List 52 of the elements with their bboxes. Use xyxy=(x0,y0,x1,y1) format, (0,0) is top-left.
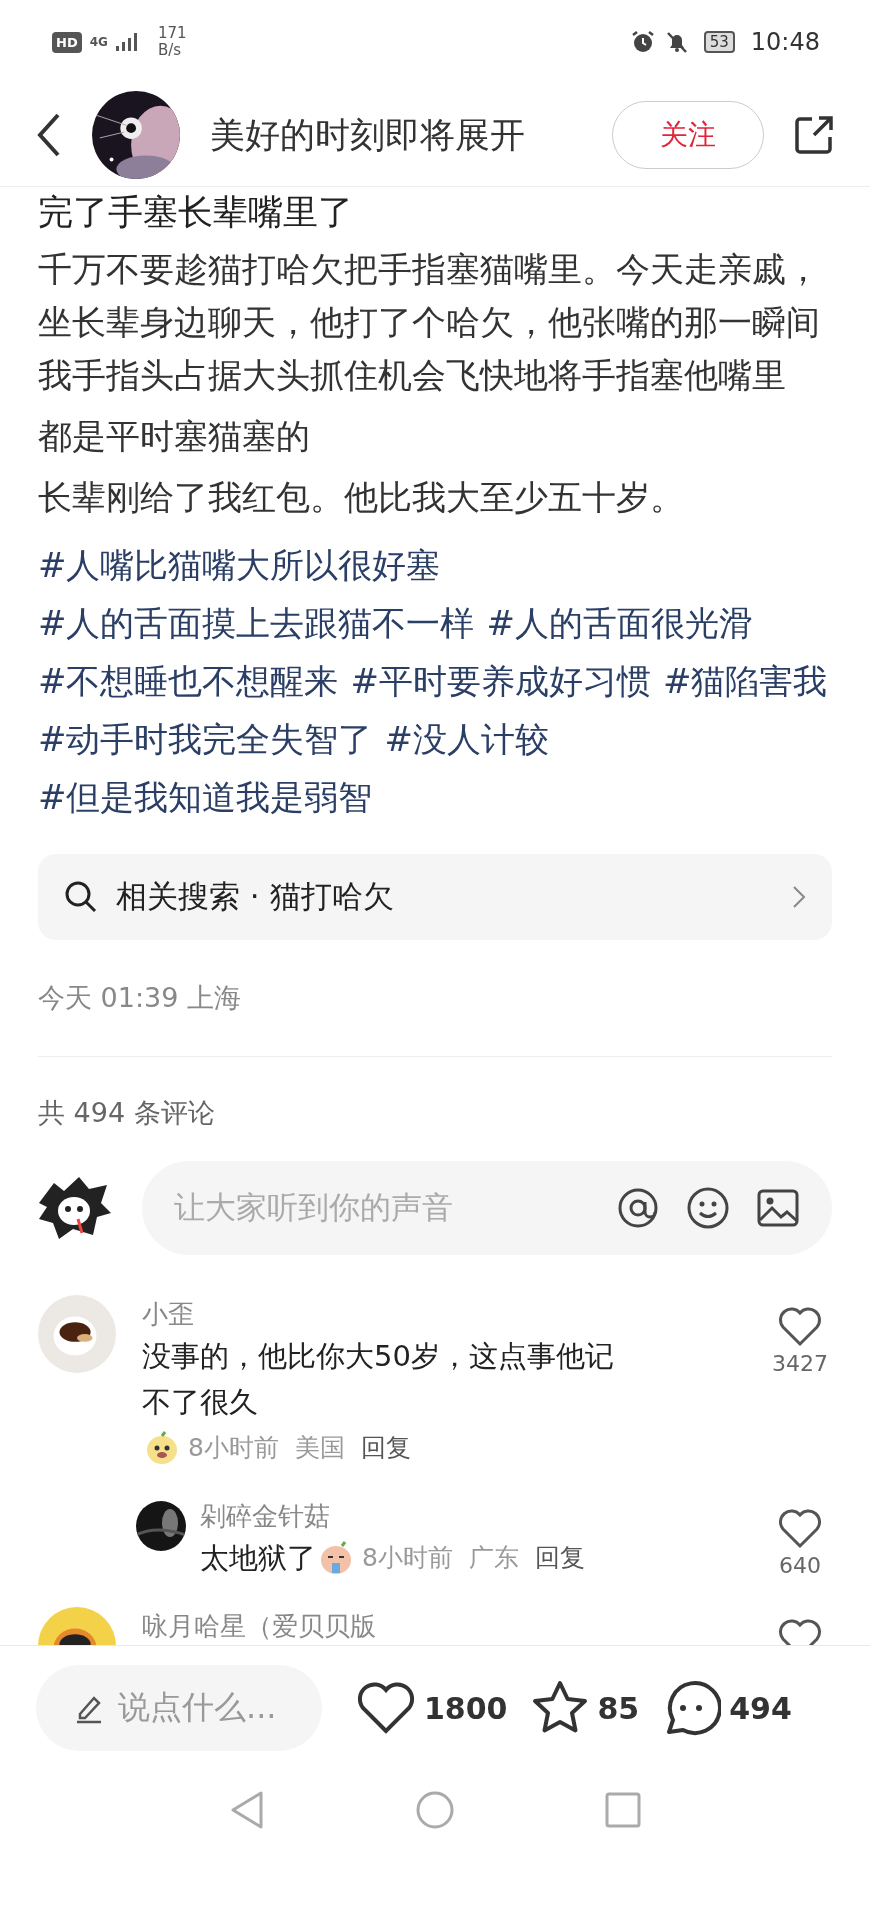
back-icon[interactable] xyxy=(36,113,62,157)
like-count: 1800 xyxy=(424,1690,508,1726)
battery-icon: 53 xyxy=(703,31,735,53)
comment-location: 美国 xyxy=(294,1432,345,1464)
hd-icon: HD xyxy=(52,31,82,53)
comment-text: 太地狱了 xyxy=(200,1540,316,1577)
hashtag-link[interactable]: #人的舌面摸上去跟猫不一样 xyxy=(38,594,475,652)
search-icon xyxy=(64,880,98,914)
post-paragraph: 千万不要趁猫打哈欠把手指塞猫嘴里。今天走亲戚，坐长辈身边聊天，他打了个哈欠，他张嘴的那一瞬间我手指头占据大头抓住机会飞快地将手指塞他嘴里 xyxy=(38,248,821,397)
comment-username[interactable]: 小歪 xyxy=(142,1295,760,1333)
heart-icon[interactable] xyxy=(778,1509,822,1549)
author-name[interactable]: 美好的时刻即将展开 xyxy=(210,111,612,159)
comment-count: 494 xyxy=(729,1690,792,1726)
post-meta: 今天 01:39 上海 xyxy=(38,981,242,1015)
post-paragraph: 长辈刚给了我红包。他比我大至少五十岁。 xyxy=(38,476,685,519)
heart-icon[interactable] xyxy=(778,1307,822,1347)
hashtag-link[interactable]: #不想睡也不想醒来 xyxy=(38,652,339,710)
related-search-bar[interactable]: 相关搜索 · 猫打哈欠 xyxy=(38,854,832,940)
hashtag-link[interactable]: #但是我知道我是弱智 xyxy=(38,768,373,826)
hashtag-link[interactable]: #人嘴比猫嘴大所以很好塞 xyxy=(38,536,441,594)
sticker-icon xyxy=(144,1430,180,1466)
hashtag-link[interactable]: #没人计较 xyxy=(384,710,549,768)
like-count: 3427 xyxy=(772,1351,828,1376)
sticker-icon xyxy=(318,1540,354,1576)
favorite-count: 85 xyxy=(597,1690,640,1726)
hashtag-link[interactable]: #猫陷害我 xyxy=(663,652,828,710)
hashtag-link[interactable]: #人的舌面很光滑 xyxy=(486,594,753,652)
speed-value: 171 xyxy=(157,25,187,42)
comment-username[interactable]: 咏月哈星（爱贝贝版 xyxy=(142,1607,760,1645)
comment-username[interactable]: 剁碎金针菇 xyxy=(200,1497,760,1535)
comment-time: 8小时前 xyxy=(362,1542,453,1574)
related-search-text: 相关搜索 · 猫打哈欠 xyxy=(116,877,395,916)
comment-location: 广东 xyxy=(468,1542,519,1574)
chevron-icon xyxy=(792,885,806,909)
hashtag-link[interactable]: #动手时我完全失智了 xyxy=(38,710,373,768)
post-paragraph: 都是平时塞猫塞的 xyxy=(38,415,311,458)
mention-icon[interactable] xyxy=(616,1186,660,1230)
share-icon[interactable] xyxy=(794,115,834,155)
comment-time: 8小时前 xyxy=(188,1432,279,1464)
speed-unit: B/s xyxy=(157,42,183,59)
emoji-icon[interactable] xyxy=(686,1186,730,1230)
reply-link[interactable]: 回复 xyxy=(360,1425,411,1471)
reply-link[interactable]: 回复 xyxy=(534,1535,585,1581)
hashtag-link[interactable]: #平时要养成好习惯 xyxy=(350,652,651,710)
heart-icon[interactable] xyxy=(356,1681,416,1735)
like-count: 640 xyxy=(779,1553,821,1578)
post-title: 完了手塞长辈嘴里了 xyxy=(38,191,354,234)
comment-text: 没事的，他比你大50岁，这点事他记不了很久 xyxy=(142,1338,615,1421)
network-label: 4G xyxy=(89,35,108,49)
comment-count: 共 494 条评论 xyxy=(38,1096,216,1130)
follow-button[interactable]: 关注 xyxy=(612,101,764,169)
clock-time: 10:48 xyxy=(750,28,820,56)
